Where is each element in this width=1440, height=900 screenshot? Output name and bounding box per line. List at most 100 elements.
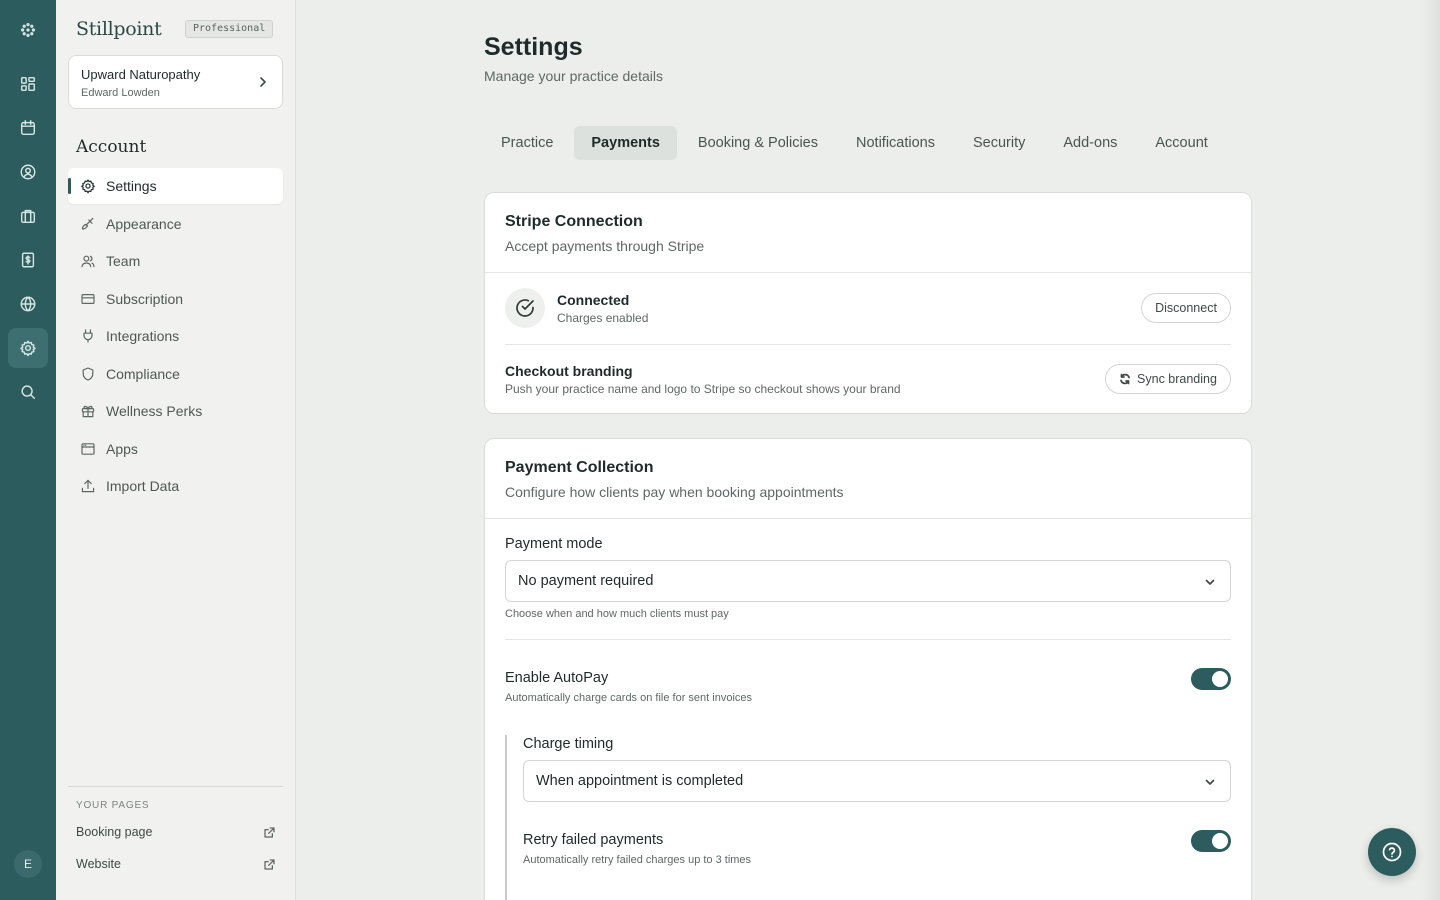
refresh-icon: [1120, 373, 1130, 385]
practice-owner: Edward Lowden: [81, 87, 160, 99]
disconnect-button[interactable]: Disconnect: [1141, 293, 1231, 323]
sync-branding-label: Sync branding: [1137, 372, 1217, 386]
divider: [505, 639, 1231, 640]
website-label: Website: [76, 857, 121, 871]
shield-icon: [82, 367, 94, 381]
payment-mode-help: Choose when and how much clients must pa…: [505, 608, 729, 620]
sidebar-item-appearance[interactable]: Appearance: [68, 206, 283, 242]
tab-practice[interactable]: Practice: [484, 126, 570, 160]
window-icon: [81, 443, 95, 455]
briefcase-icon[interactable]: [8, 196, 48, 236]
sidebar-item-label: Subscription: [106, 291, 184, 307]
booking-page-link[interactable]: Booking page: [76, 825, 276, 839]
sidebar-item-wellness-perks[interactable]: Wellness Perks: [68, 393, 283, 429]
calendar-icon[interactable]: [8, 108, 48, 148]
check-circle-icon: [505, 288, 545, 328]
user-avatar[interactable]: E: [14, 850, 42, 878]
card-header: Payment Collection Configure how clients…: [485, 439, 1251, 519]
autopay-label: Enable AutoPay: [505, 670, 609, 686]
settings-sidebar: Stillpoint Professional Upward Naturopat…: [56, 0, 296, 900]
practice-name: Upward Naturopathy: [81, 67, 201, 82]
website-link[interactable]: Website: [76, 857, 276, 871]
tab-notifications[interactable]: Notifications: [839, 126, 952, 160]
sidebar-item-label: Wellness Perks: [106, 403, 203, 419]
indent-bar: [505, 735, 507, 900]
user-circle-icon[interactable]: [8, 152, 48, 192]
stripe-status-detail: Charges enabled: [557, 311, 649, 325]
chevron-down-icon: [1205, 579, 1215, 585]
sidebar-divider: [68, 786, 283, 787]
autopay-toggle[interactable]: [1191, 668, 1231, 690]
active-indicator: [68, 178, 71, 194]
chevron-down-icon: [1205, 779, 1215, 785]
divider: [505, 344, 1231, 345]
gift-icon: [81, 405, 95, 418]
sidebar-item-label: Integrations: [106, 328, 180, 344]
users-icon: [81, 255, 95, 268]
sidebar-item-label: Compliance: [106, 366, 180, 382]
sidebar-item-label: Team: [106, 253, 141, 269]
card-title: Payment Collection: [505, 459, 654, 476]
tab-add-ons[interactable]: Add-ons: [1046, 126, 1134, 160]
charge-timing-select[interactable]: When appointment is completed: [523, 760, 1231, 802]
autopay-description: Automatically charge cards on file for s…: [505, 692, 753, 704]
retry-label: Retry failed payments: [523, 832, 664, 848]
app-rail: E: [0, 0, 56, 900]
dashboard-icon[interactable]: [8, 64, 48, 104]
upload-icon: [81, 479, 95, 493]
sidebar-item-integrations[interactable]: Integrations: [68, 318, 283, 354]
main-content: Settings Manage your practice details Pr…: [297, 0, 1440, 900]
practice-switcher[interactable]: Upward Naturopathy Edward Lowden: [68, 55, 283, 109]
globe-icon[interactable]: [8, 284, 48, 324]
settings-gear-icon[interactable]: [8, 328, 48, 368]
dots-logo-icon[interactable]: [8, 10, 48, 50]
tab-security[interactable]: Security: [956, 126, 1042, 160]
retry-toggle[interactable]: [1191, 830, 1231, 852]
sync-branding-button[interactable]: Sync branding: [1105, 364, 1231, 394]
booking-page-label: Booking page: [76, 825, 153, 839]
stripe-status: Connected: [557, 292, 630, 308]
edge-shadow: [1422, 0, 1440, 900]
your-pages-label: YOUR PAGES: [76, 800, 150, 811]
help-icon: [1382, 842, 1402, 862]
sidebar-item-label: Appearance: [106, 216, 182, 232]
tab-account[interactable]: Account: [1138, 126, 1224, 160]
charge-timing-label: Charge timing: [523, 736, 614, 752]
brand-logo: Stillpoint: [76, 18, 162, 40]
sidebar-item-team[interactable]: Team: [68, 243, 283, 279]
sidebar-item-label: Import Data: [106, 478, 180, 494]
branding-description: Push your practice name and logo to Stri…: [505, 382, 901, 396]
invoice-icon[interactable]: [8, 240, 48, 280]
sidebar-item-settings[interactable]: Settings: [68, 168, 283, 204]
branding-title: Checkout branding: [505, 363, 633, 379]
payment-mode-select[interactable]: No payment required: [505, 560, 1231, 602]
payment-mode-label: Payment mode: [505, 536, 603, 552]
tab-booking-policies[interactable]: Booking & Policies: [681, 126, 835, 160]
sidebar-section-title: Account: [76, 137, 147, 157]
card-description: Configure how clients pay when booking a…: [505, 484, 844, 500]
credit-card-icon: [81, 294, 95, 304]
card-description: Accept payments through Stripe: [505, 238, 705, 254]
chevron-right-icon: [260, 77, 266, 87]
payment-collection-card: Payment Collection Configure how clients…: [484, 438, 1252, 900]
sidebar-item-apps[interactable]: Apps: [68, 431, 283, 467]
tab-payments[interactable]: Payments: [574, 126, 677, 160]
page-title: Settings: [484, 33, 583, 61]
card-title: Stripe Connection: [505, 213, 643, 230]
sidebar-item-compliance[interactable]: Compliance: [68, 356, 283, 392]
card-header: Stripe Connection Accept payments throug…: [485, 193, 1251, 273]
external-link-icon: [264, 826, 275, 838]
sidebar-item-import-data[interactable]: Import Data: [68, 468, 283, 504]
external-link-icon: [264, 858, 275, 870]
settings-tabs: Practice Payments Booking & Policies Not…: [484, 126, 1229, 160]
page-subtitle: Manage your practice details: [484, 68, 663, 84]
help-button[interactable]: [1368, 828, 1416, 876]
plan-badge: Professional: [185, 20, 274, 38]
search-icon[interactable]: [8, 372, 48, 412]
charge-timing-value: When appointment is completed: [536, 773, 744, 789]
sidebar-item-label: Settings: [106, 178, 157, 194]
sidebar-item-label: Apps: [106, 441, 138, 457]
stripe-connection-card: Stripe Connection Accept payments throug…: [484, 192, 1252, 414]
sidebar-item-subscription[interactable]: Subscription: [68, 281, 283, 317]
paintbrush-icon: [81, 217, 94, 230]
